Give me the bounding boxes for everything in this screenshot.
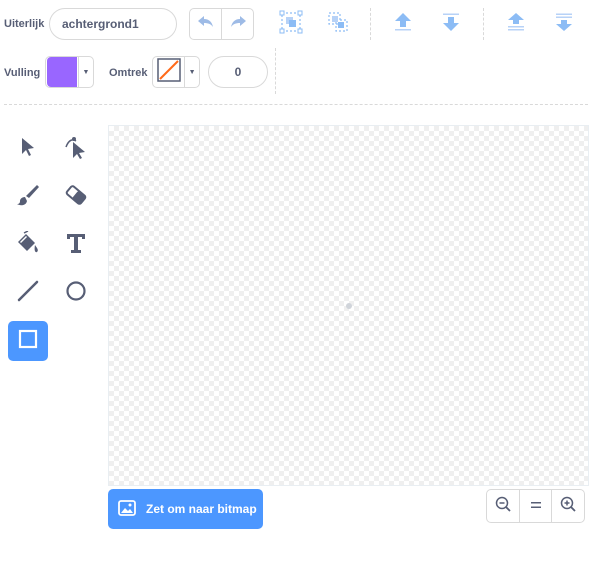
forward-button[interactable]: [389, 10, 417, 38]
fill-color-picker[interactable]: ▼: [45, 56, 94, 88]
tool-eraser[interactable]: [56, 177, 96, 217]
zoom-out-button[interactable]: [487, 490, 519, 522]
tool-rectangle[interactable]: [8, 321, 48, 361]
backward-icon: [440, 11, 462, 38]
toolbar-divider: [370, 8, 371, 40]
zoom-out-icon: [495, 496, 511, 517]
toolbar-divider: [275, 48, 276, 94]
fill-color-chip: [47, 57, 77, 87]
outline-dropdown-arrow[interactable]: ▼: [184, 57, 199, 87]
text-icon: [65, 232, 87, 259]
outline-width-input[interactable]: 0: [208, 56, 268, 88]
backward-button[interactable]: [437, 10, 465, 38]
no-color-icon: [156, 57, 181, 87]
front-icon: [505, 11, 527, 38]
group-icon: [279, 10, 303, 39]
ungroup-button[interactable]: [324, 10, 352, 38]
rectangle-icon: [17, 328, 39, 355]
circle-icon: [65, 280, 87, 307]
tool-reshape[interactable]: [56, 129, 96, 169]
convert-to-bitmap-button[interactable]: Zet om naar bitmap: [108, 489, 263, 529]
costume-name-input[interactable]: achtergrond1: [49, 8, 177, 40]
brush-icon: [16, 183, 40, 212]
tool-select[interactable]: [8, 129, 48, 169]
redo-button[interactable]: [221, 9, 253, 39]
outline-swatch[interactable]: [153, 57, 184, 87]
fill-label: Vulling: [4, 67, 41, 79]
outline-label: Omtrek: [109, 67, 148, 79]
toolbar-separator: [4, 104, 588, 105]
undo-icon: [197, 15, 215, 34]
zoom-in-icon: [560, 496, 576, 517]
front-button[interactable]: [502, 10, 530, 38]
tool-line[interactable]: [8, 273, 48, 313]
outline-color-picker[interactable]: ▼: [152, 56, 200, 88]
back-button[interactable]: [550, 10, 578, 38]
zoom-reset-icon: [530, 497, 542, 515]
group-button[interactable]: [277, 10, 305, 38]
tool-circle[interactable]: [56, 273, 96, 313]
toolbar-divider: [483, 8, 484, 40]
zoom-controls: [486, 489, 585, 523]
chevron-down-icon: ▼: [82, 68, 90, 76]
fill-dropdown-arrow[interactable]: ▼: [78, 57, 93, 87]
ungroup-icon: [326, 10, 350, 39]
line-icon: [17, 280, 39, 307]
zoom-in-button[interactable]: [551, 490, 584, 522]
select-arrow-icon: [19, 136, 37, 163]
tool-brush[interactable]: [8, 177, 48, 217]
tool-fill[interactable]: [8, 225, 48, 265]
reshape-icon: [64, 135, 88, 164]
forward-icon: [392, 11, 414, 38]
eraser-icon: [64, 183, 88, 212]
undo-button[interactable]: [190, 9, 221, 39]
chevron-down-icon: ▼: [188, 68, 196, 76]
zoom-reset-button[interactable]: [518, 490, 552, 522]
fill-swatch[interactable]: [46, 57, 78, 87]
redo-icon: [229, 15, 247, 34]
tool-text[interactable]: [56, 225, 96, 265]
paint-bucket-icon: [15, 229, 41, 260]
back-icon: [553, 11, 575, 38]
undo-redo-group: [189, 8, 254, 40]
costume-label: Uiterlijk: [4, 18, 45, 30]
convert-to-bitmap-label: Zet om naar bitmap: [146, 502, 257, 516]
image-icon: [118, 499, 136, 519]
canvas-center-marker: [346, 303, 352, 309]
